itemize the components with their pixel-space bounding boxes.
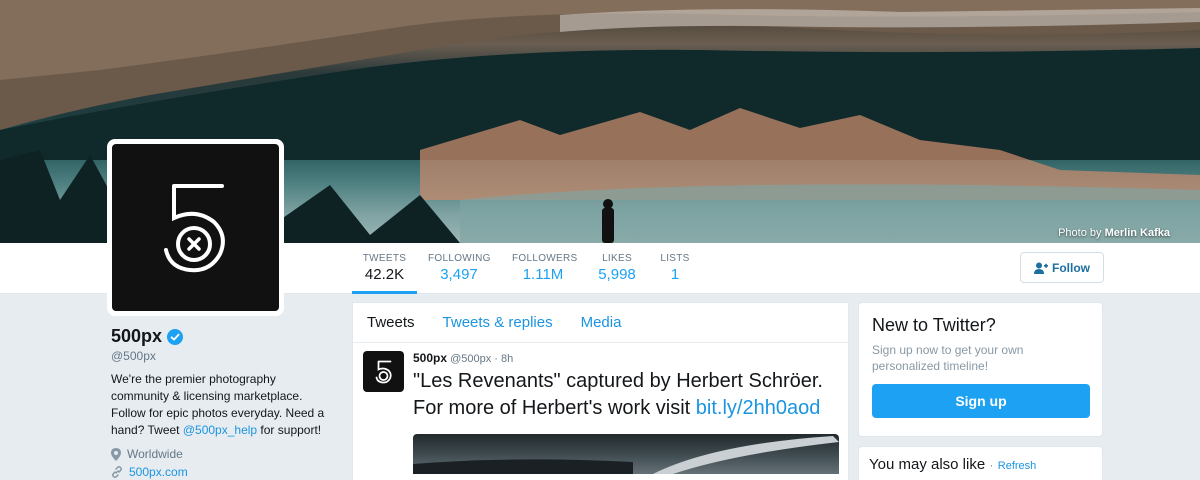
- timeline-panel: Tweets Tweets & replies Media 500px @500…: [352, 302, 849, 480]
- tweet-avatar[interactable]: [363, 351, 404, 392]
- tweet-header: 500px @500px · 8h: [413, 351, 838, 365]
- stat-value: 42.2K: [364, 266, 405, 283]
- stat-label: LIKES: [602, 253, 632, 264]
- profile-website: 500px.com: [111, 465, 336, 479]
- follow-person-icon: [1034, 262, 1048, 274]
- 500px-logo-icon: [375, 360, 392, 383]
- profile-avatar[interactable]: [107, 139, 284, 316]
- tab-media[interactable]: Media: [567, 314, 636, 331]
- profile-location: Worldwide: [111, 447, 336, 461]
- signup-module: New to Twitter? Sign up now to get your …: [858, 302, 1103, 437]
- refresh-link[interactable]: Refresh: [998, 460, 1037, 472]
- stat-value: 1: [670, 266, 680, 283]
- location-pin-icon: [111, 447, 121, 461]
- stat-label: LISTS: [660, 253, 690, 264]
- tweet-media-image[interactable]: [413, 434, 839, 474]
- follow-button-label: Follow: [1052, 260, 1090, 275]
- stat-following[interactable]: FOLLOWING 3,497: [428, 253, 490, 294]
- verified-icon: [167, 328, 184, 345]
- stat-value: 5,998: [598, 266, 636, 283]
- tweet-time[interactable]: 8h: [501, 353, 513, 365]
- signup-description: Sign up now to get your own personalized…: [872, 343, 1024, 373]
- stat-likes[interactable]: LIKES 5,998: [596, 253, 638, 294]
- profile-card: 500px @500px We're the premier photograp…: [111, 326, 336, 479]
- stat-label: TWEETS: [362, 253, 407, 264]
- stat-followers[interactable]: FOLLOWERS 1.11M: [512, 253, 578, 294]
- signup-title: New to Twitter?: [872, 315, 996, 335]
- location-text: Worldwide: [127, 447, 183, 461]
- photo-credit-prefix: Photo by: [1058, 227, 1102, 239]
- profile-name-row: 500px: [111, 326, 336, 347]
- bio-mention-link[interactable]: @500px_help: [183, 423, 257, 437]
- stat-label: FOLLOWERS: [512, 253, 578, 264]
- link-icon: [112, 466, 122, 478]
- photo-credit-author[interactable]: Merlin Kafka: [1105, 227, 1170, 239]
- separator-dot: ·: [989, 460, 994, 472]
- tweet-separator: ·: [494, 353, 498, 365]
- may-also-like-title: You may also like: [869, 456, 986, 473]
- 500px-logo-icon: [163, 183, 225, 272]
- photo-credit: Photo by Merlin Kafka: [1058, 227, 1170, 239]
- stat-value: 1.11M: [522, 266, 564, 283]
- stat-tweets[interactable]: TWEETS 42.2K: [352, 253, 417, 294]
- tweet-author[interactable]: 500px: [413, 351, 447, 365]
- tab-tweets-replies[interactable]: Tweets & replies: [429, 314, 567, 331]
- website-link[interactable]: 500px.com: [129, 465, 188, 479]
- stat-value: 3,497: [440, 266, 478, 283]
- tab-tweets[interactable]: Tweets: [353, 314, 429, 331]
- profile-bio: We're the premier photography community …: [111, 371, 336, 439]
- follow-button[interactable]: Follow: [1020, 252, 1104, 283]
- tweet-item[interactable]: 500px @500px · 8h "Les Revenants" captur…: [353, 343, 848, 474]
- timeline-tabs: Tweets Tweets & replies Media: [353, 303, 848, 343]
- profile-name[interactable]: 500px: [111, 326, 162, 347]
- bio-suffix: for support!: [257, 423, 322, 437]
- tweet-photo: [413, 436, 839, 474]
- may-also-like-module: You may also like · Refresh: [858, 446, 1103, 480]
- profile-handle[interactable]: @500px: [111, 349, 336, 363]
- stat-lists[interactable]: LISTS 1: [660, 253, 690, 294]
- tweet-handle[interactable]: @500px: [450, 353, 491, 365]
- tweet-text: "Les Revenants" captured by Herbert Schr…: [413, 368, 838, 422]
- signup-button[interactable]: Sign up: [872, 384, 1090, 418]
- tweet-link[interactable]: bit.ly/2hh0aod: [696, 397, 821, 419]
- stat-label: FOLLOWING: [428, 253, 491, 264]
